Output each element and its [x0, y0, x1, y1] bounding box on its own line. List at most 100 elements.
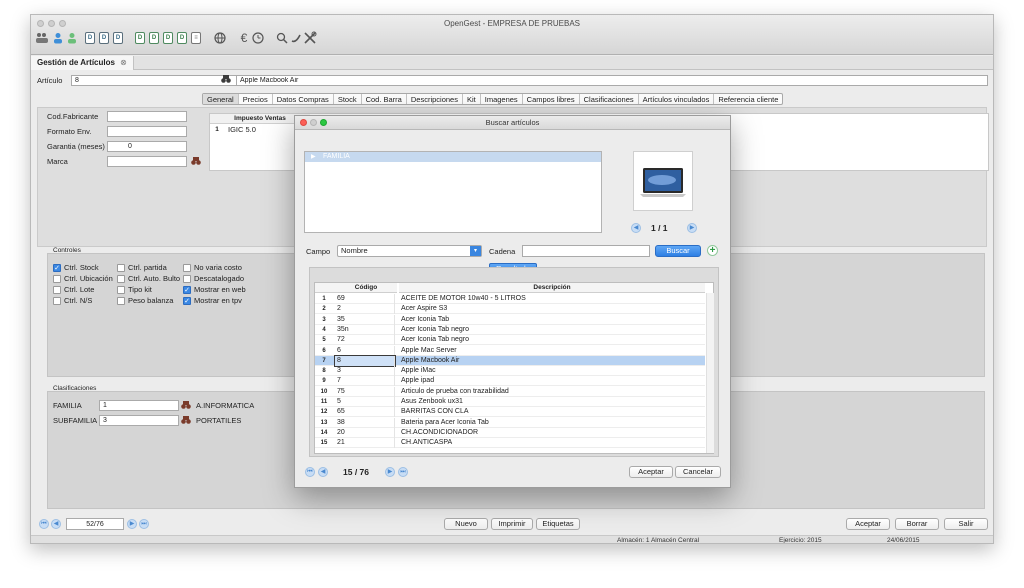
checkbox-unchecked-icon[interactable]	[53, 285, 61, 294]
checkbox-ctrl-ubicaci-n[interactable]: Ctrl. Ubicación	[53, 274, 113, 283]
table-row[interactable]: 10 75 Articulo de prueba con trazabilidad	[315, 386, 705, 397]
table-row[interactable]: 13 38 Bateria para Acer Iconia Tab	[315, 417, 705, 428]
codigo-cell[interactable]: 5	[335, 397, 395, 407]
table-row[interactable]: 14 20 CH.ACONDICIONADOR	[315, 427, 705, 438]
dialog-aceptar-button[interactable]: Aceptar	[629, 466, 673, 478]
codigo-cell[interactable]: 8	[334, 354, 396, 367]
checkbox-descatalogado[interactable]: Descatalogado	[183, 274, 244, 283]
checkbox-unchecked-icon[interactable]	[117, 274, 125, 283]
checkbox-unchecked-icon[interactable]	[117, 285, 125, 294]
checkbox-checked-icon[interactable]: ✓	[53, 263, 61, 272]
marca-binoculars-icon[interactable]	[191, 156, 201, 168]
cadena-input[interactable]	[522, 245, 650, 257]
globe-icon[interactable]	[213, 31, 227, 45]
binoculars-icon[interactable]	[221, 74, 231, 87]
add-icon[interactable]: +	[707, 245, 718, 256]
checkbox-ctrl-partida[interactable]: Ctrl. partida	[117, 263, 167, 272]
tools-icon[interactable]	[303, 31, 317, 45]
garantia-input[interactable]	[107, 141, 187, 152]
checkbox-unchecked-icon[interactable]	[117, 263, 125, 272]
contact-alt-icon[interactable]	[65, 31, 79, 45]
descripcion-header[interactable]: Descripción	[399, 283, 705, 293]
checkbox-no-varia-costo[interactable]: No varia costo	[183, 263, 242, 272]
checkbox-unchecked-icon[interactable]	[53, 296, 61, 305]
checkbox-tipo-kit[interactable]: Tipo kit	[117, 285, 152, 294]
marca-input[interactable]	[107, 156, 187, 167]
checkbox-ctrl-auto-bulto[interactable]: Ctrl. Auto. Bulto	[117, 274, 180, 283]
dialog-cancelar-button[interactable]: Cancelar	[675, 466, 721, 478]
close-tab-icon[interactable]: ⊗	[120, 58, 127, 67]
codigo-cell[interactable]: 38	[335, 417, 395, 428]
table-scrollbar[interactable]	[706, 293, 714, 453]
tab-stock[interactable]: Stock	[334, 94, 362, 104]
table-row[interactable]: 7 8 Apple Macbook Air	[315, 354, 705, 367]
tree-item-familia[interactable]: ▶ FAMILIA	[305, 152, 601, 162]
tab-gestion-articulos[interactable]: Gestión de Artículos ⊗	[31, 56, 134, 70]
descripcion-cell[interactable]: Apple iMac	[399, 366, 703, 376]
table-row[interactable]: 6 6 Apple Mac Server	[315, 345, 705, 356]
table-row[interactable]: 5 72 Acer Iconia Tab negro	[315, 335, 705, 346]
checkbox-checked-icon[interactable]: ✓	[183, 285, 191, 294]
tab-clasificaciones[interactable]: Clasificaciones	[580, 94, 639, 104]
codigo-header[interactable]: Código	[335, 283, 397, 293]
formato-env-input[interactable]	[107, 126, 187, 137]
table-row[interactable]: 15 21 CH.ANTICASPA	[315, 438, 705, 449]
tab-datos-compras[interactable]: Datos Compras	[273, 94, 334, 104]
resultado-table[interactable]: Código Descripción 1 69 ACEITE DE MOTOR 10…	[314, 282, 714, 454]
impuesto-row-value[interactable]: IGIC 5.0	[228, 125, 256, 134]
doc-icon[interactable]: D	[83, 31, 97, 45]
etiquetas-button[interactable]: Etiquetas	[536, 518, 580, 530]
doc-icon[interactable]: D	[97, 31, 111, 45]
codigo-cell[interactable]: 35n	[335, 324, 395, 335]
tab-campos-libres[interactable]: Campos libres	[523, 94, 580, 104]
campo-select[interactable]: Nombre ▾	[337, 245, 482, 257]
nuevo-button[interactable]: Nuevo	[444, 518, 488, 530]
doc-green-icon[interactable]: D	[161, 31, 175, 45]
table-row[interactable]: 3 35 Acer Iconia Tab	[315, 314, 705, 325]
descripcion-cell[interactable]: Asus Zenbook ux31	[399, 397, 703, 407]
codigo-cell[interactable]: 35	[335, 314, 395, 325]
salir-button[interactable]: Salir	[944, 518, 988, 530]
euro-icon[interactable]: €	[237, 31, 251, 45]
descripcion-cell[interactable]: Acer Iconia Tab negro	[399, 335, 703, 345]
familia-input[interactable]	[99, 400, 179, 411]
tab-cod-barra[interactable]: Cod. Barra	[362, 94, 407, 104]
articulo-description-input[interactable]	[236, 75, 988, 86]
codigo-cell[interactable]: 3	[335, 366, 395, 377]
codigo-cell[interactable]: 21	[335, 438, 395, 449]
checkbox-checked-icon[interactable]: ✓	[183, 296, 191, 305]
codigo-cell[interactable]: 72	[335, 335, 395, 346]
articulo-code-input[interactable]	[71, 75, 243, 86]
familia-tree[interactable]: ▶ FAMILIA	[304, 151, 602, 233]
table-row[interactable]: 11 5 Asus Zenbook ux31	[315, 397, 705, 407]
checkbox-mostrar-en-tpv[interactable]: ✓ Mostrar en tpv	[183, 296, 242, 305]
phone-icon[interactable]	[289, 31, 303, 45]
descripcion-cell[interactable]: Apple Mac Server	[399, 346, 703, 356]
descripcion-cell[interactable]: Apple Macbook Air	[399, 356, 703, 366]
checkbox-mostrar-en-web[interactable]: ✓ Mostrar en web	[183, 285, 246, 294]
subfamilia-binoculars-icon[interactable]	[181, 415, 191, 427]
tab-general[interactable]: General	[203, 94, 239, 104]
cod-fabricante-input[interactable]	[107, 111, 187, 122]
borrar-button[interactable]: Borrar	[895, 518, 939, 530]
codigo-cell[interactable]: 69	[335, 294, 395, 304]
descripcion-cell[interactable]: Acer Iconia Tab	[399, 315, 703, 325]
table-row[interactable]: 1 69 ACEITE DE MOTOR 10w40 - 5 LITROS	[315, 294, 705, 304]
codigo-cell[interactable]: 2	[335, 304, 395, 315]
contact-icon[interactable]	[51, 31, 65, 45]
descripcion-cell[interactable]: Bateria para Acer Iconia Tab	[399, 418, 703, 428]
last-page-icon[interactable]: ⏭	[398, 467, 408, 477]
table-row[interactable]: 4 35n Acer Iconia Tab negro	[315, 324, 705, 335]
last-record-icon[interactable]: ⏭	[139, 519, 149, 529]
checkbox-ctrl-n-s[interactable]: Ctrl. N/S	[53, 296, 92, 305]
record-pager-input[interactable]	[66, 518, 124, 530]
table-row[interactable]: 2 2 Acer Aspire S3	[315, 304, 705, 315]
table-row[interactable]: 9 7 Apple ipad	[315, 376, 705, 387]
disclosure-triangle-icon[interactable]: ▶	[311, 152, 316, 162]
codigo-cell[interactable]: 7	[335, 376, 395, 387]
doc-green-icon[interactable]: D	[147, 31, 161, 45]
aceptar-button[interactable]: Aceptar	[846, 518, 890, 530]
tab-referencia-cliente[interactable]: Referencia cliente	[714, 94, 782, 104]
descripcion-cell[interactable]: Acer Aspire S3	[399, 304, 703, 314]
checkbox-unchecked-icon[interactable]	[53, 274, 61, 283]
